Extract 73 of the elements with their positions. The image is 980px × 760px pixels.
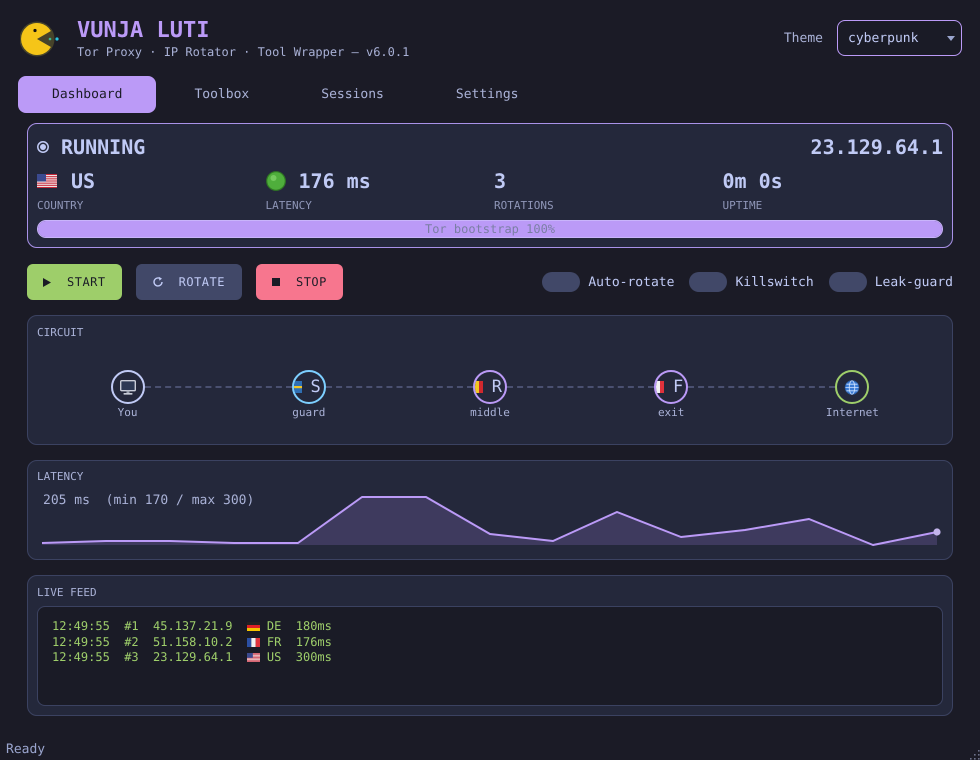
rotate-button[interactable]: ROTATE	[136, 264, 242, 300]
connection-state: RUNNING	[61, 135, 146, 159]
feed-index: #2	[124, 634, 139, 650]
feed-country: FR	[266, 634, 282, 650]
toggle-switch[interactable]	[542, 272, 580, 292]
stat-value: 3	[494, 169, 506, 193]
flag-icon	[37, 174, 57, 188]
latency-summary: 205 ms (min 170 / max 300)	[43, 493, 254, 509]
feed-index: #1	[124, 619, 139, 634]
theme-label: Theme	[784, 30, 823, 46]
start-button[interactable]: START	[27, 264, 122, 300]
node-label: guard	[292, 406, 326, 420]
toggle-label: Auto-rotate	[588, 274, 674, 290]
feed-time: 12:49:55	[52, 650, 110, 666]
feed-time: 12:49:55	[52, 634, 110, 650]
feed-country: US	[266, 650, 282, 666]
status-dot-icon	[266, 171, 286, 191]
stop-button[interactable]: STOP	[256, 264, 343, 300]
node-label: middle	[470, 406, 510, 420]
relay-letter: S	[310, 377, 321, 397]
theme-select[interactable]: cyberpunk	[837, 20, 962, 56]
tab[interactable]: Dashboard	[18, 76, 156, 113]
toggle-label: Leak-guard	[874, 274, 953, 290]
resize-grip-icon	[968, 748, 980, 760]
monitor-icon	[120, 380, 136, 394]
pacman-logo-icon	[20, 21, 60, 57]
status-indicator-icon	[37, 141, 49, 153]
node-label: exit	[658, 406, 684, 420]
globe-icon	[844, 380, 860, 394]
feed-ip: 45.137.21.9	[153, 619, 233, 634]
play-icon	[43, 278, 51, 286]
feed-time: 12:49:55	[52, 619, 110, 634]
stat-label: COUNTRY	[37, 199, 84, 213]
card-title: LATENCY	[37, 470, 84, 484]
toggle-switch[interactable]	[689, 272, 728, 292]
stat-label: LATENCY	[266, 199, 313, 213]
stat-label: UPTIME	[722, 199, 764, 213]
stat-label: ROTATIONS	[494, 199, 555, 213]
flag-icon	[294, 381, 302, 393]
progress-label: Tor bootstrap 100%	[424, 221, 556, 237]
stat-value: US	[71, 169, 96, 193]
feed-country: DE	[266, 619, 282, 634]
flag-icon	[656, 381, 664, 393]
node-label: You	[118, 406, 138, 420]
relay-letter: F	[672, 377, 684, 397]
flag-icon	[474, 381, 483, 393]
tab[interactable]: Sessions	[287, 76, 418, 113]
stop-icon	[272, 278, 280, 286]
feed-latency: 176ms	[296, 634, 332, 650]
app-subtitle: Tor Proxy · IP Rotator · Tool Wrapper — v6.0.1	[77, 45, 410, 60]
caret-icon	[947, 36, 955, 40]
tab[interactable]: Settings	[422, 76, 552, 113]
app-title: VUNJA LUTI	[77, 18, 210, 44]
feed-ip: 23.129.64.1	[153, 650, 233, 666]
card-title: CIRCUIT	[37, 326, 84, 340]
status-text: Ready	[6, 741, 46, 759]
stat-value: 0m 0s	[722, 169, 783, 193]
card-title: LIVE FEED	[37, 586, 98, 600]
toggle-label: Killswitch	[735, 274, 814, 290]
ip-address: 23.129.64.1	[810, 135, 943, 159]
tab[interactable]: Toolbox	[160, 76, 284, 113]
flag-icon	[246, 622, 260, 632]
relay-letter: R	[492, 377, 502, 397]
feed-latency: 180ms	[296, 619, 332, 634]
node-label: Internet	[826, 406, 879, 420]
refresh-icon	[152, 276, 164, 288]
feed-index: #3	[124, 650, 139, 666]
flag-icon	[246, 653, 260, 662]
stat-value: 176 ms	[298, 169, 371, 193]
flag-icon	[246, 638, 260, 647]
feed-latency: 300ms	[296, 650, 332, 666]
toggle-switch[interactable]	[828, 272, 867, 292]
feed-ip: 51.158.10.2	[153, 634, 233, 650]
